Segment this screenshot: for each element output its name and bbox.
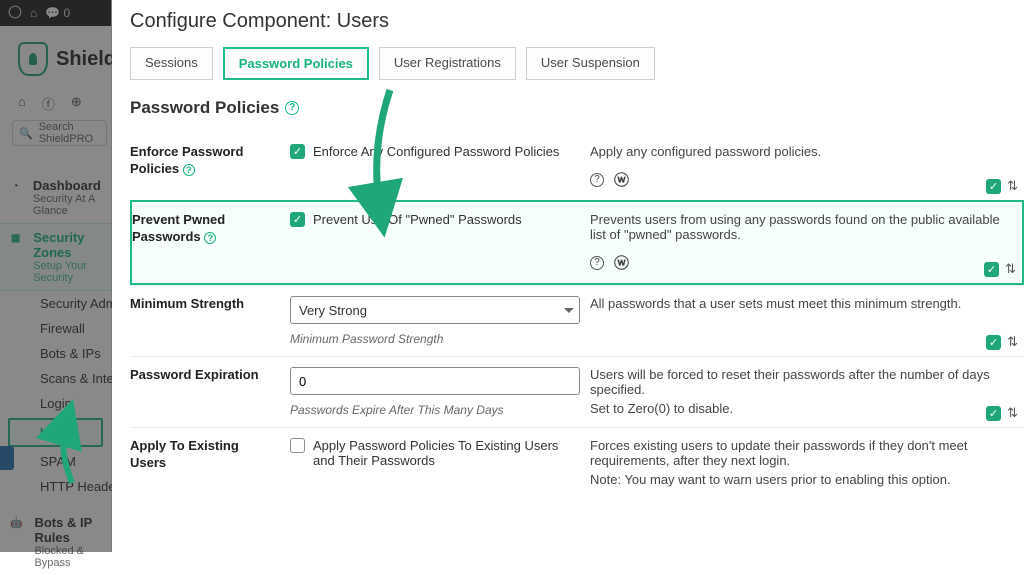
status-ok-icon: ✓	[984, 262, 999, 277]
search-input[interactable]: 🔍 Search ShieldPRO	[12, 120, 107, 146]
select-strength[interactable]: Very Strong	[290, 296, 580, 324]
desc-strength: All passwords that a user sets must meet…	[590, 296, 1012, 311]
tab-bar: Sessions Password Policies User Registra…	[130, 47, 1024, 80]
label-pwned: Prevent Pwned Passwords ?	[130, 200, 290, 285]
checkbox-enforce[interactable]: ✓ Enforce Any Configured Password Polici…	[290, 144, 578, 159]
status-ok-icon: ✓	[986, 406, 1001, 421]
nav-group-dashboard[interactable]: ◔ Dashboard Security At A Glance	[0, 172, 111, 223]
search-icon: 🔍	[19, 127, 33, 140]
configure-panel: Configure Component: Users Sessions Pass…	[112, 0, 1024, 552]
label-enforce: Enforce Password Policies ?	[130, 134, 290, 200]
desc-enforce: Apply any configured password policies.	[590, 144, 1012, 159]
checkbox-empty-icon	[290, 438, 305, 453]
sidebar-item-firewall[interactable]: Firewall	[0, 316, 111, 341]
info-icon[interactable]: ?	[590, 256, 604, 270]
sidebar-item-login[interactable]: Login	[0, 391, 111, 416]
status-ok-icon: ✓	[986, 335, 1001, 350]
sidebar-item-http-headers[interactable]: HTTP Headers	[0, 474, 111, 499]
sidebar-nav: ◔ Dashboard Security At A Glance ▦ Secur…	[0, 172, 111, 575]
sidebar-item-scans[interactable]: Scans & Integrity	[0, 366, 111, 391]
sidebar-item-users[interactable]: Users	[8, 418, 103, 447]
sort-icon[interactable]: ⇅	[1007, 405, 1018, 421]
sort-icon[interactable]: ⇅	[1005, 261, 1016, 277]
comments-icon[interactable]: 💬 0	[45, 6, 70, 20]
help-icon[interactable]: ?	[183, 164, 195, 176]
nav-group-security-zones[interactable]: ▦ Security Zones Setup Your Security	[0, 223, 111, 291]
tab-user-suspension[interactable]: User Suspension	[526, 47, 655, 80]
label-apply: Apply To Existing Users	[130, 427, 290, 497]
tab-password-policies[interactable]: Password Policies	[223, 47, 369, 80]
desc-pwned: Prevents users from using any passwords …	[590, 212, 1010, 242]
desc-expire-1: Users will be forced to reset their pass…	[590, 367, 1012, 397]
label-strength: Minimum Strength	[130, 285, 290, 356]
help-icon[interactable]: ?	[204, 232, 216, 244]
desc-expire-2: Set to Zero(0) to disable.	[590, 401, 1012, 416]
nav-group-bots[interactable]: 🤖 Bots & IP Rules Blocked & Bypass	[0, 509, 111, 575]
help-icon[interactable]: ?	[285, 101, 299, 115]
sort-icon[interactable]: ⇅	[1007, 178, 1018, 194]
wp-collapse-handle[interactable]	[0, 446, 14, 470]
sidebar-item-security-admin[interactable]: Security Admin	[0, 291, 111, 316]
checkbox-pwned[interactable]: ✓ Prevent Use Of "Pwned" Passwords	[290, 212, 578, 227]
grid-icon: ▦	[10, 230, 21, 246]
sidebar-item-bots-ips[interactable]: Bots & IPs	[0, 341, 111, 366]
brand-logo: Shield	[18, 42, 116, 76]
label-expiration: Password Expiration	[130, 356, 290, 427]
robot-icon: 🤖	[10, 515, 22, 531]
input-expiration[interactable]	[290, 367, 580, 395]
panel-title: Configure Component: Users	[130, 10, 1024, 33]
wordpress-icon[interactable]: ⓦ	[614, 169, 629, 190]
wp-logo-icon[interactable]	[8, 5, 22, 22]
tab-user-registrations[interactable]: User Registrations	[379, 47, 516, 80]
sidebar-item-spam[interactable]: SPAM	[0, 449, 111, 474]
status-ok-icon: ✓	[986, 179, 1001, 194]
app-sidebar: ⌂ 💬 0 Shield ⌂ ⓕ ⊕ 🔍 Search ShieldPRO ◔ …	[0, 0, 112, 552]
brand-name: Shield	[56, 48, 116, 71]
sort-icon[interactable]: ⇅	[1007, 334, 1018, 350]
info-icon[interactable]: ?	[590, 173, 604, 187]
tab-sessions[interactable]: Sessions	[130, 47, 213, 80]
checkbox-apply[interactable]: Apply Password Policies To Existing User…	[290, 438, 578, 468]
check-icon: ✓	[290, 212, 305, 227]
desc-apply-1: Forces existing users to update their pa…	[590, 438, 1012, 468]
shield-icon	[18, 42, 48, 76]
house-icon[interactable]: ⌂	[18, 94, 26, 113]
facebook-icon[interactable]: ⓕ	[42, 94, 55, 113]
desc-apply-2: Note: You may want to warn users prior t…	[590, 472, 1012, 487]
section-title: Password Policies ?	[130, 98, 1024, 118]
top-icon-row: ⌂ ⓕ ⊕	[18, 94, 82, 113]
settings-table: Enforce Password Policies ? ✓ Enforce An…	[130, 134, 1024, 497]
wp-admin-bar: ⌂ 💬 0	[0, 0, 111, 26]
wordpress-icon[interactable]: ⓦ	[614, 252, 629, 273]
globe-icon[interactable]: ⊕	[71, 94, 82, 113]
home-icon[interactable]: ⌂	[30, 6, 37, 20]
gauge-icon: ◔	[10, 178, 21, 194]
check-icon: ✓	[290, 144, 305, 159]
